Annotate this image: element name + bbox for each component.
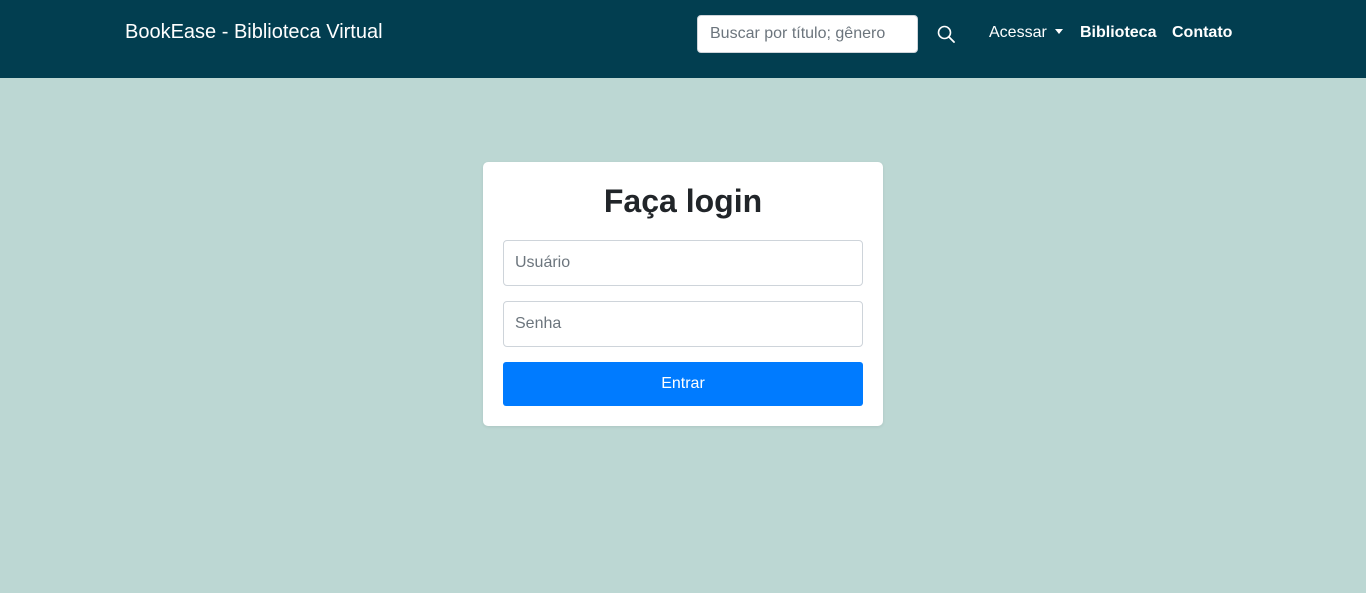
nav-acessar-label: Acessar [989,24,1047,41]
login-title: Faça login [603,183,763,219]
username-field[interactable] [503,240,863,286]
search-input[interactable] [697,15,918,53]
nav-acessar-dropdown[interactable]: Acessar [989,24,1063,42]
caret-down-icon [1054,29,1063,34]
search-button[interactable] [934,22,958,46]
nav-biblioteca-link[interactable]: Biblioteca [1080,24,1156,42]
top-navbar: BookEase - Biblioteca Virtual Acessar Bi… [0,0,1366,78]
login-card: Faça login Entrar [483,162,883,426]
brand-link[interactable]: BookEase - Biblioteca Virtual [125,21,383,44]
password-field[interactable] [503,301,863,347]
search-icon [937,25,955,43]
nav-contato-link[interactable]: Contato [1172,24,1232,42]
login-submit-button[interactable]: Entrar [503,362,863,406]
